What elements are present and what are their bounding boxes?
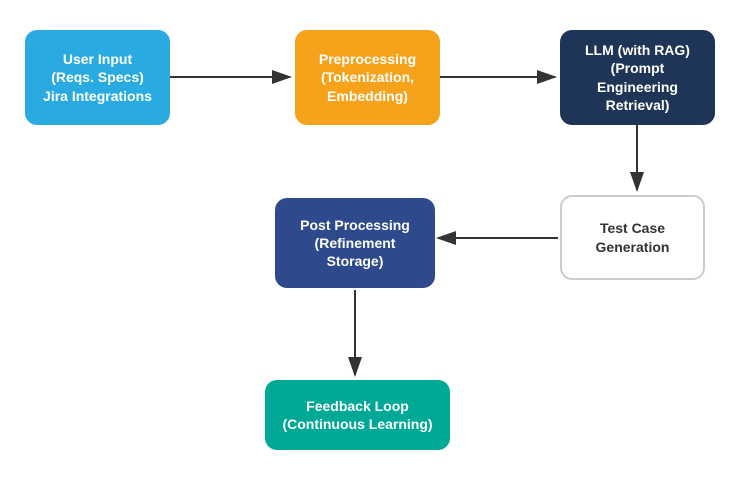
diagram-container: User Input (Reqs. Specs) Jira Integratio…: [0, 0, 750, 500]
node-post-processing-label: Post Processing (Refinement Storage): [287, 216, 423, 271]
node-feedback-loop-label: Feedback Loop (Continuous Learning): [282, 397, 432, 433]
node-llm: LLM (with RAG) (Prompt Engineering Retri…: [560, 30, 715, 125]
node-preprocessing-label: Preprocessing (Tokenization, Embedding): [319, 50, 416, 105]
node-test-case-label: Test Case Generation: [596, 219, 670, 255]
node-preprocessing: Preprocessing (Tokenization, Embedding): [295, 30, 440, 125]
node-user-input-label: User Input (Reqs. Specs) Jira Integratio…: [43, 50, 152, 105]
node-llm-label: LLM (with RAG) (Prompt Engineering Retri…: [572, 41, 703, 114]
node-user-input: User Input (Reqs. Specs) Jira Integratio…: [25, 30, 170, 125]
node-post-processing: Post Processing (Refinement Storage): [275, 198, 435, 288]
node-feedback-loop: Feedback Loop (Continuous Learning): [265, 380, 450, 450]
node-test-case: Test Case Generation: [560, 195, 705, 280]
